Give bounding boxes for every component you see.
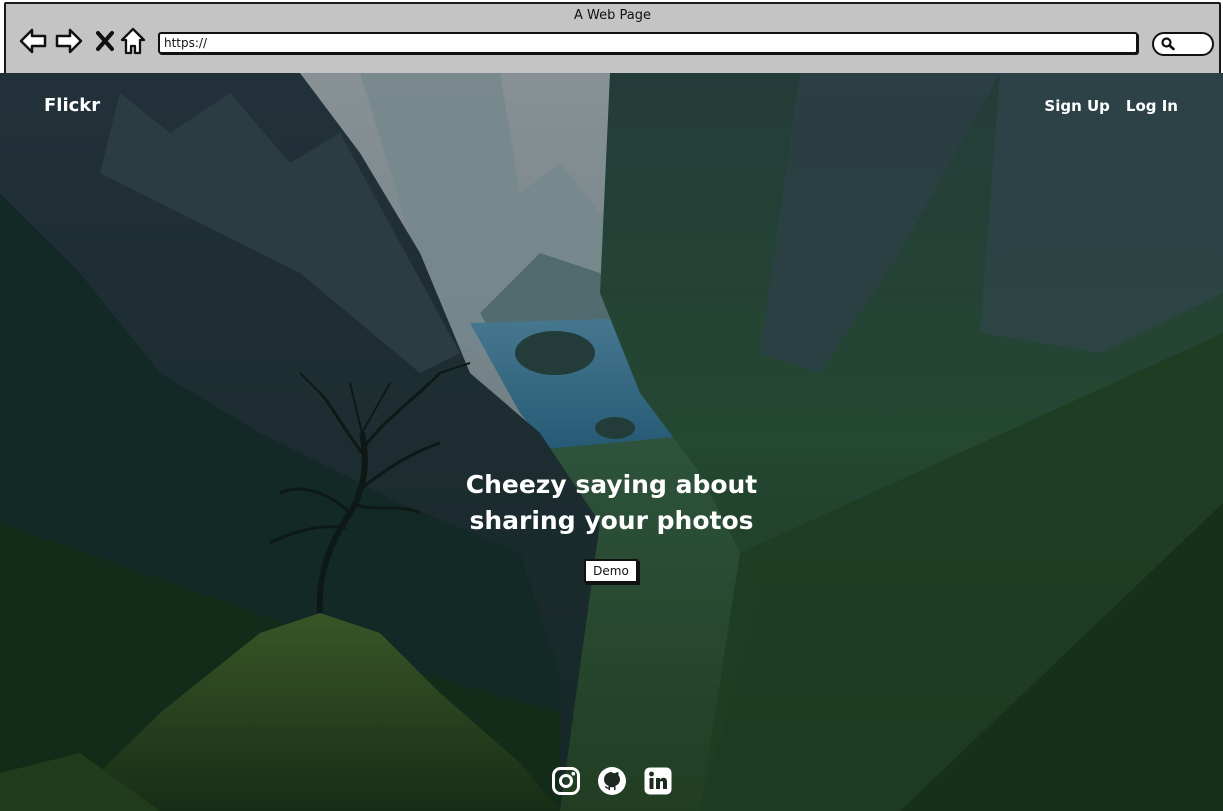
address-bar[interactable]	[158, 32, 1138, 54]
github-link[interactable]	[596, 765, 628, 797]
stop-button[interactable]	[90, 26, 120, 56]
search-icon	[1161, 37, 1175, 51]
home-button[interactable]	[118, 26, 148, 56]
window-title: A Web Page	[574, 8, 651, 23]
github-icon	[598, 767, 626, 795]
hero-headline-text: Cheezy saying about sharing your photos	[465, 470, 758, 535]
browser-window: A Web Page https:// Flickr Sign Up Log I…	[0, 0, 1223, 811]
browser-toolbar: A Web Page	[4, 2, 1221, 75]
linkedin-icon	[644, 767, 672, 795]
back-arrow-icon	[19, 28, 47, 54]
social-links	[550, 765, 674, 797]
hero-background-image	[0, 73, 1223, 811]
instagram-icon	[552, 767, 580, 795]
home-icon	[120, 27, 146, 55]
signup-link[interactable]: Sign Up	[1044, 97, 1110, 115]
back-button[interactable]	[18, 26, 48, 56]
forward-button[interactable]	[54, 26, 84, 56]
brand-logo[interactable]: Flickr	[44, 95, 100, 116]
hero-section: Flickr Sign Up Log In Cheezy saying abou…	[0, 73, 1223, 811]
demo-button[interactable]: Demo	[584, 559, 638, 583]
close-icon	[96, 31, 114, 51]
linkedin-link[interactable]	[642, 765, 674, 797]
hero-headline: Cheezy saying about sharing your photos	[0, 467, 1223, 539]
auth-links: Sign Up Log In	[1044, 97, 1178, 115]
instagram-link[interactable]	[550, 765, 582, 797]
forward-arrow-icon	[55, 28, 83, 54]
url-input[interactable]	[164, 34, 1132, 52]
login-link[interactable]: Log In	[1126, 97, 1178, 115]
browser-search-field[interactable]	[1152, 32, 1214, 56]
